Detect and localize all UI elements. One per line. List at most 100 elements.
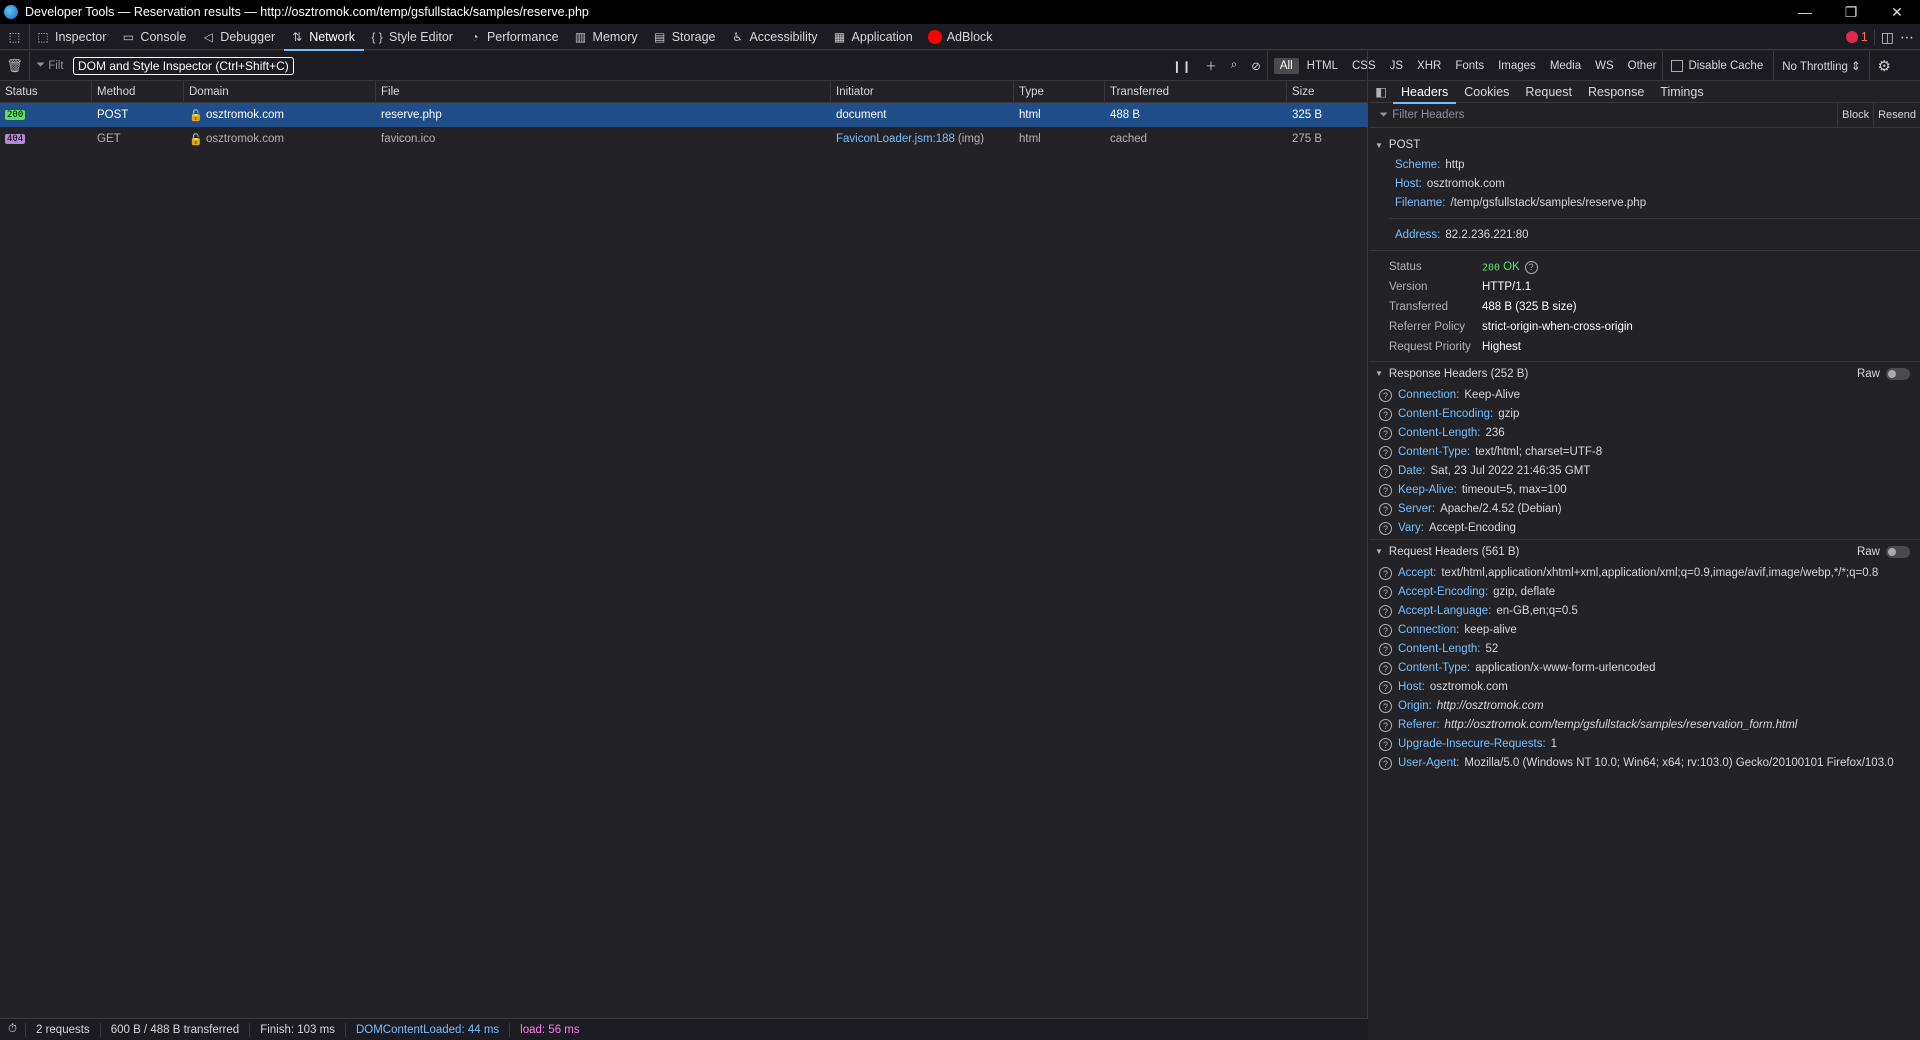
column-header-type[interactable]: Type <box>1014 81 1105 102</box>
tab-accessibility[interactable]: ♿ Accessibility <box>724 24 826 50</box>
help-icon[interactable]: ? <box>1379 586 1392 599</box>
header-text: Content-Length: 236 <box>1398 426 1920 441</box>
dock-icon[interactable]: ◫ <box>1881 29 1894 46</box>
details-tab-headers[interactable]: Headers <box>1393 81 1457 104</box>
header-value: http://osztromok.com/temp/gsfullstack/sa… <box>1444 719 1798 731</box>
status-badge: 404 <box>5 134 26 144</box>
tab-network[interactable]: ⇅ Network <box>284 24 364 51</box>
details-tab-timings[interactable]: Timings <box>1652 81 1711 103</box>
console-icon: ▭ <box>122 29 135 44</box>
toggle-switch[interactable] <box>1886 545 1910 558</box>
minimize-icon[interactable]: — <box>1782 0 1828 24</box>
help-icon[interactable]: ? <box>1379 503 1392 516</box>
size-cell: 275 B <box>1292 133 1323 145</box>
tab-console[interactable]: ▭ Console <box>115 24 195 50</box>
gear-icon[interactable]: ⚙ <box>1868 50 1899 81</box>
close-icon[interactable]: ✕ <box>1874 0 1920 24</box>
help-icon[interactable]: ? <box>1379 427 1392 440</box>
initiator-link[interactable]: FaviconLoader.jsm:188 <box>836 133 955 145</box>
help-icon[interactable]: ? <box>1379 446 1392 459</box>
column-header-initiator[interactable]: Initiator <box>831 81 1014 102</box>
help-icon[interactable]: ? <box>1379 757 1392 770</box>
toggle-sidebar-icon[interactable]: ◧ <box>1369 84 1393 99</box>
throttling-select[interactable]: No Throttling ⇕ <box>1773 50 1868 81</box>
header-value: Sat, 23 Jul 2022 21:46:35 GMT <box>1430 465 1591 477</box>
type-filter-fonts[interactable]: Fonts <box>1449 58 1490 74</box>
help-icon[interactable]: ? <box>1379 465 1392 478</box>
column-header-domain[interactable]: Domain <box>184 81 376 102</box>
response-headers-section: ▼ Response Headers (252 B) Raw ? Connecti… <box>1369 361 1920 537</box>
checkbox[interactable] <box>1671 59 1684 72</box>
header-row: ? Server: Apache/2.4.52 (Debian) <box>1369 499 1920 518</box>
help-icon[interactable]: ? <box>1379 643 1392 656</box>
status-cell: 404 <box>0 127 92 151</box>
tab-performance[interactable]: ◔ Performance <box>462 24 568 50</box>
help-icon[interactable]: ? <box>1379 605 1392 618</box>
more-options-icon[interactable]: ⋯ <box>1900 29 1914 46</box>
type-filter-media[interactable]: Media <box>1544 58 1587 74</box>
response-headers-heading[interactable]: ▼ Response Headers (252 B) Raw <box>1369 362 1920 385</box>
type-filter-xhr[interactable]: XHR <box>1411 58 1447 74</box>
performance-icon[interactable]: ⏱ <box>0 1022 26 1037</box>
help-icon[interactable]: ? <box>1379 522 1392 535</box>
help-icon[interactable]: ? <box>1379 624 1392 637</box>
help-icon[interactable]: ? <box>1379 719 1392 732</box>
network-icon: ⇅ <box>292 29 303 44</box>
tab-inspector[interactable]: ⬚ Inspector <box>30 24 115 50</box>
transferred-summary: 600 B / 488 B transferred <box>101 1022 251 1037</box>
tab-adblock[interactable]: AdBlock <box>922 24 1002 50</box>
header-value: application/x-www-form-urlencoded <box>1475 662 1656 674</box>
column-header-transferred[interactable]: Transferred <box>1105 81 1287 102</box>
help-icon[interactable]: ? <box>1379 408 1392 421</box>
request-headers-heading[interactable]: ▼ Request Headers (561 B) Raw <box>1369 540 1920 563</box>
tab-memory[interactable]: ▥ Memory <box>568 24 647 50</box>
resend-button[interactable]: Resend <box>1873 103 1920 127</box>
table-row[interactable]: 200 POST 🔓 osztromok.com reserve.php document… <box>0 103 1368 127</box>
block-button[interactable]: Block <box>1837 103 1873 127</box>
details-tab-response[interactable]: Response <box>1580 81 1652 103</box>
braces-icon: { } <box>371 29 383 44</box>
table-row[interactable]: 404 GET 🔓 osztromok.com favicon.ico FaviconLo… <box>0 127 1368 151</box>
header-value: timeout=5, max=100 <box>1461 484 1567 496</box>
type-filter-ws[interactable]: WS <box>1589 58 1620 74</box>
tab-application[interactable]: ▦ Application <box>827 24 922 50</box>
toggle-switch[interactable] <box>1886 367 1910 380</box>
header-text: User-Agent: Mozilla/5.0 (Windows NT 10.0;… <box>1398 756 1920 771</box>
column-header-method[interactable]: Method <box>92 81 184 102</box>
address-key: Address: <box>1395 228 1441 241</box>
help-icon[interactable]: ? <box>1379 681 1392 694</box>
tab-storage[interactable]: ▤ Storage <box>647 24 725 50</box>
method-heading[interactable]: ▼ POST <box>1375 137 1920 153</box>
element-picker-button[interactable]: ⬚ <box>0 23 30 50</box>
tab-style-editor[interactable]: { } Style Editor <box>364 24 462 50</box>
tab-label: Application <box>851 29 913 44</box>
type-filter-images[interactable]: Images <box>1492 58 1542 74</box>
error-count-badge[interactable]: 1 <box>1845 30 1868 44</box>
help-icon[interactable]: ? <box>1379 389 1392 402</box>
details-tab-request[interactable]: Request <box>1517 81 1580 103</box>
column-header-size[interactable]: Size <box>1287 81 1368 102</box>
type-filter-js[interactable]: JS <box>1384 58 1409 74</box>
raw-toggle[interactable]: Raw <box>1857 367 1910 380</box>
tab-debugger[interactable]: ◁ Debugger <box>195 24 284 50</box>
type-filter-other[interactable]: Other <box>1622 58 1663 74</box>
restore-icon[interactable]: ❐ <box>1828 0 1874 24</box>
help-icon[interactable]: ? <box>1379 484 1392 497</box>
help-icon[interactable]: ? <box>1379 567 1392 580</box>
disable-cache-checkbox[interactable]: Disable Cache <box>1662 50 1773 81</box>
help-icon[interactable]: ? <box>1379 662 1392 675</box>
request-count: 2 requests <box>26 1022 101 1037</box>
column-header-file[interactable]: File <box>376 81 831 102</box>
help-icon[interactable]: ? <box>1379 738 1392 751</box>
details-tab-cookies[interactable]: Cookies <box>1456 81 1517 103</box>
header-name: Content-Type: <box>1398 446 1471 458</box>
raw-toggle[interactable]: Raw <box>1857 545 1910 558</box>
header-row: ? Accept: text/html,application/xhtml+xml,… <box>1369 563 1920 582</box>
header-text: Accept: text/html,application/xhtml+xml,a… <box>1398 566 1920 581</box>
filter-headers-input[interactable]: ⏷ Filter Headers Block Resend <box>1369 103 1920 128</box>
help-icon[interactable]: ? <box>1379 700 1392 713</box>
help-icon[interactable]: ? <box>1524 260 1538 274</box>
domain-text: osztromok.com <box>206 133 284 145</box>
column-header-status[interactable]: Status <box>0 81 92 102</box>
network-statusbar: ⏱ 2 requests 600 B / 488 B transferred F… <box>0 1018 1368 1040</box>
